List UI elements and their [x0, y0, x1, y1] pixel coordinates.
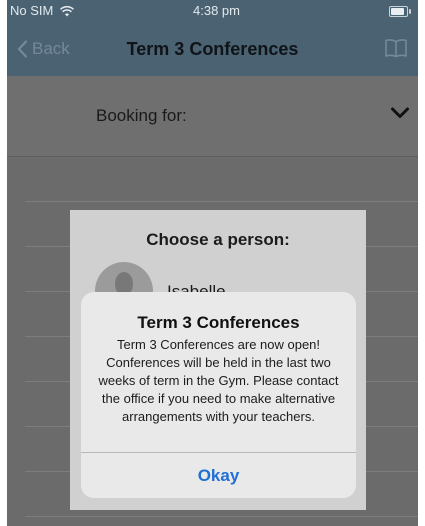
- booking-label: Booking for:: [96, 106, 187, 125]
- book-icon[interactable]: [384, 38, 408, 58]
- alert-message: Term 3 Conferences are now open! Confere…: [98, 337, 339, 424]
- okay-button[interactable]: Okay: [81, 453, 356, 498]
- navigation-bar: Back Term 3 Conferences: [7, 22, 418, 76]
- phone-screen: No SIM 4:38 pm Back Term 3 Conferences B…: [7, 0, 418, 526]
- carrier-label: No SIM: [10, 3, 54, 18]
- page-title: Term 3 Conferences: [126, 39, 299, 59]
- list-divider: [25, 201, 418, 202]
- status-time: 4:38 pm: [193, 3, 240, 18]
- carrier-group: No SIM: [10, 3, 74, 18]
- alert-dialog: Term 3 Conferences Term 3 Conferences ar…: [81, 292, 356, 498]
- chevron-down-icon: [391, 107, 409, 118]
- list-divider: [25, 516, 418, 517]
- alert-title: Term 3 Conferences: [137, 313, 300, 332]
- booking-for-selector[interactable]: Booking for:: [7, 76, 418, 157]
- battery-icon: [389, 6, 411, 17]
- wifi-icon: [60, 6, 74, 17]
- chooser-title: Choose a person:: [146, 230, 290, 249]
- status-bar: No SIM 4:38 pm: [7, 0, 418, 22]
